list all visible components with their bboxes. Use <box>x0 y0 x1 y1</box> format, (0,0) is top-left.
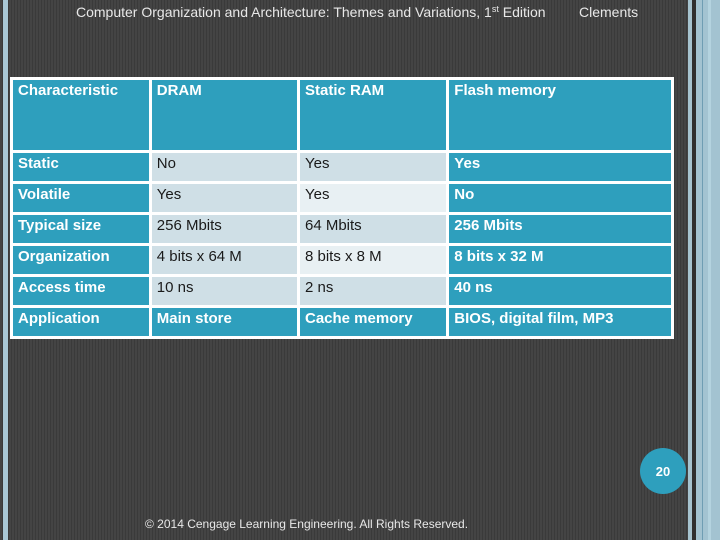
right-decorative-highlight <box>708 0 711 540</box>
table-row: Organization 4 bits x 64 M 8 bits x 8 M … <box>10 243 674 277</box>
table-row: Volatile Yes Yes No <box>10 181 674 215</box>
table-cell: 40 ns <box>446 274 674 308</box>
table-header-row: Characteristic DRAM Static RAM Flash mem… <box>10 77 674 153</box>
row-label: Volatile <box>10 181 152 215</box>
table-cell: No <box>148 150 300 184</box>
column-header-dram: DRAM <box>148 77 300 153</box>
table-row: Typical size 256 Mbits 64 Mbits 256 Mbit… <box>10 212 674 246</box>
table-cell: Yes <box>446 150 674 184</box>
table-cell: 256 Mbits <box>148 212 300 246</box>
table-cell: Cache memory <box>296 305 450 339</box>
table-cell: 8 bits x 32 M <box>446 243 674 277</box>
table-row: Static No Yes Yes <box>10 150 674 184</box>
table-cell: 10 ns <box>148 274 300 308</box>
edition-superscript: st <box>491 4 499 14</box>
table-cell: Yes <box>296 150 450 184</box>
left-decorative-stripe <box>3 0 8 540</box>
column-header-static-ram: Static RAM <box>296 77 450 153</box>
page-number-badge: 20 <box>640 448 686 494</box>
table-cell: Yes <box>148 181 300 215</box>
table-row: Application Main store Cache memory BIOS… <box>10 305 674 339</box>
table-cell: 64 Mbits <box>296 212 450 246</box>
row-label: Organization <box>10 243 152 277</box>
copyright-footer: © 2014 Cengage Learning Engineering. All… <box>145 517 469 531</box>
right-decorative-line <box>702 0 703 540</box>
row-label: Application <box>10 305 152 339</box>
edition-suffix: Edition <box>498 4 546 20</box>
column-header-flash-memory: Flash memory <box>446 77 674 153</box>
table-cell: 4 bits x 64 M <box>148 243 300 277</box>
row-label: Static <box>10 150 152 184</box>
book-title: Computer Organization and Architecture: … <box>76 4 546 20</box>
slide-header: Computer Organization and Architecture: … <box>0 4 720 22</box>
table-cell: No <box>446 181 674 215</box>
row-label: Typical size <box>10 212 152 246</box>
table-row: Access time 10 ns 2 ns 40 ns <box>10 274 674 308</box>
book-title-text: Computer Organization and Architecture: … <box>76 4 492 20</box>
row-label: Access time <box>10 274 152 308</box>
memory-comparison-table: Characteristic DRAM Static RAM Flash mem… <box>10 77 674 339</box>
table-cell: 8 bits x 8 M <box>296 243 450 277</box>
table-cell: BIOS, digital film, MP3 <box>446 305 674 339</box>
book-author: Clements <box>579 4 639 20</box>
table-cell: Yes <box>296 181 450 215</box>
column-header-characteristic: Characteristic <box>10 77 152 153</box>
table-cell: 256 Mbits <box>446 212 674 246</box>
table-cell: Main store <box>148 305 300 339</box>
table-cell: 2 ns <box>296 274 450 308</box>
